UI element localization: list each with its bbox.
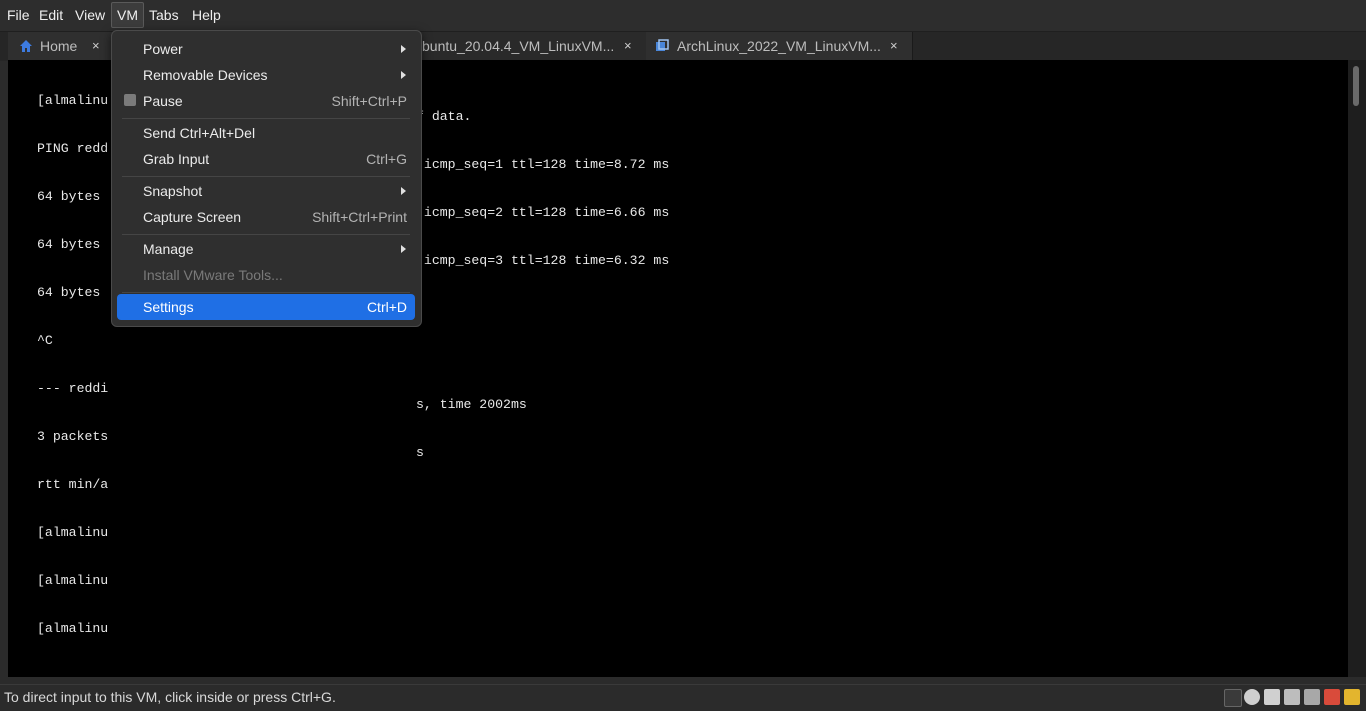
menu-help[interactable]: Help: [187, 3, 226, 27]
terminal-line: 64 bytes: [37, 189, 101, 204]
status-bar: To direct input to this VM, click inside…: [0, 684, 1366, 711]
menu-item-label: Removable Devices: [143, 67, 268, 83]
terminal-line: icmp_seq=1 ttl=128 time=8.72 ms: [416, 157, 670, 172]
tab-home[interactable]: Home ×: [8, 32, 113, 60]
menu-item-manage[interactable]: Manage: [116, 236, 416, 262]
menu-item-label: Pause: [143, 93, 183, 109]
tab-archlinux-label: ArchLinux_2022_VM_LinuxVM...: [677, 38, 881, 54]
menu-item-removable-devices[interactable]: Removable Devices: [116, 62, 416, 88]
menu-bar: File Edit View VM Tabs Help: [0, 0, 1366, 31]
menu-item-label: Settings: [143, 299, 194, 315]
terminal-line: [almalinu: [37, 93, 109, 108]
menu-item-label: Snapshot: [143, 183, 203, 199]
terminal-line: 64 bytes: [37, 285, 101, 300]
menu-item-shortcut: Ctrl+G: [366, 151, 407, 167]
terminal-output-right: f data. icmp_seq=1 ttl=128 time=8.72 ms …: [416, 77, 669, 477]
terminal-line: icmp_seq=2 ttl=128 time=6.66 ms: [416, 205, 670, 220]
usb-icon[interactable]: [1324, 689, 1340, 705]
menu-item-shortcut: Shift+Ctrl+Print: [312, 209, 407, 225]
menu-item-label: Power: [143, 41, 183, 57]
terminal-line: ^C: [37, 333, 53, 348]
submenu-arrow-icon: [401, 71, 406, 79]
menu-vm[interactable]: VM: [111, 2, 144, 28]
terminal-line: [almalinu: [37, 525, 109, 540]
sound-icon[interactable]: [1304, 689, 1320, 705]
menu-item-send-ctrl-alt-del[interactable]: Send Ctrl+Alt+Del: [116, 120, 416, 146]
home-icon: [20, 40, 32, 52]
checkbox-icon: [124, 94, 136, 106]
menu-item-label: Capture Screen: [143, 209, 242, 225]
menu-separator: [122, 292, 410, 293]
terminal-line: f data.: [416, 109, 472, 124]
network-icon[interactable]: [1264, 689, 1280, 705]
menu-item-shortcut: Shift+Ctrl+P: [331, 93, 407, 109]
terminal-line: 3 packets: [37, 429, 109, 444]
terminal-line: s: [416, 445, 424, 460]
vm-scrollbar-thumb[interactable]: [1353, 66, 1359, 106]
printer-icon[interactable]: [1284, 689, 1300, 705]
tab-home-close[interactable]: ×: [92, 32, 100, 60]
tab-archlinux-close[interactable]: ×: [890, 32, 898, 60]
terminal-line: [almalinu: [37, 621, 109, 636]
menu-item-power[interactable]: Power: [116, 36, 416, 62]
menu-file[interactable]: File: [2, 3, 35, 27]
menu-item-label: Send Ctrl+Alt+Del: [143, 125, 256, 141]
menu-view[interactable]: View: [70, 3, 110, 27]
submenu-arrow-icon: [401, 187, 406, 195]
device-status-icons: [1224, 689, 1364, 707]
menu-item-grab-input[interactable]: Grab Input Ctrl+G: [116, 146, 416, 172]
menu-item-label: Install VMware Tools...: [143, 267, 283, 283]
hard-disk-icon[interactable]: [1224, 689, 1242, 707]
terminal-line: [almalinu: [37, 573, 109, 588]
menu-item-pause[interactable]: Pause Shift+Ctrl+P: [116, 88, 416, 114]
status-text: To direct input to this VM, click inside…: [4, 689, 336, 705]
menu-edit[interactable]: Edit: [34, 3, 68, 27]
menu-item-capture-screen[interactable]: Capture Screen Shift+Ctrl+Print: [116, 204, 416, 230]
vm-icon: [656, 39, 669, 51]
menu-item-shortcut: Ctrl+D: [366, 299, 407, 315]
menu-item-settings[interactable]: Settings Ctrl+D: [117, 294, 415, 320]
terminal-line: 64 bytes: [37, 237, 101, 252]
menu-item-label: Grab Input: [143, 151, 210, 167]
terminal-output-left: [almalinu PING redd 64 bytes 64 bytes 64…: [37, 61, 108, 653]
terminal-line: s, time 2002ms: [416, 397, 527, 412]
terminal-line: rtt min/a: [37, 477, 109, 492]
menu-item-install-vmware-tools: Install VMware Tools...: [116, 262, 416, 288]
tab-ubuntu[interactable]: buntu_20.04.4_VM_LinuxVM... ×: [420, 32, 647, 60]
terminal-line: icmp_seq=3 ttl=128 time=6.32 ms: [416, 253, 670, 268]
menu-separator: [122, 176, 410, 177]
submenu-arrow-icon: [401, 45, 406, 53]
menu-separator: [122, 234, 410, 235]
message-log-icon[interactable]: [1344, 689, 1360, 705]
cd-rom-icon[interactable]: [1244, 689, 1260, 705]
menu-separator: [122, 118, 410, 119]
menu-item-snapshot[interactable]: Snapshot: [116, 178, 416, 204]
menu-item-label: Manage: [143, 241, 194, 257]
tab-ubuntu-close[interactable]: ×: [624, 32, 632, 60]
submenu-arrow-icon: [401, 245, 406, 253]
menu-tabs[interactable]: Tabs: [144, 3, 184, 27]
terminal-line: PING redd: [37, 141, 109, 156]
vm-scrollbar[interactable]: [1348, 60, 1366, 677]
terminal-line: --- reddi: [37, 381, 109, 396]
tab-archlinux[interactable]: ArchLinux_2022_VM_LinuxVM... ×: [646, 32, 913, 60]
tab-ubuntu-label: buntu_20.04.4_VM_LinuxVM...: [422, 38, 615, 54]
vm-menu-dropdown: Power Removable Devices Pause Shift+Ctrl…: [111, 30, 422, 327]
tab-home-label: Home: [40, 38, 78, 54]
